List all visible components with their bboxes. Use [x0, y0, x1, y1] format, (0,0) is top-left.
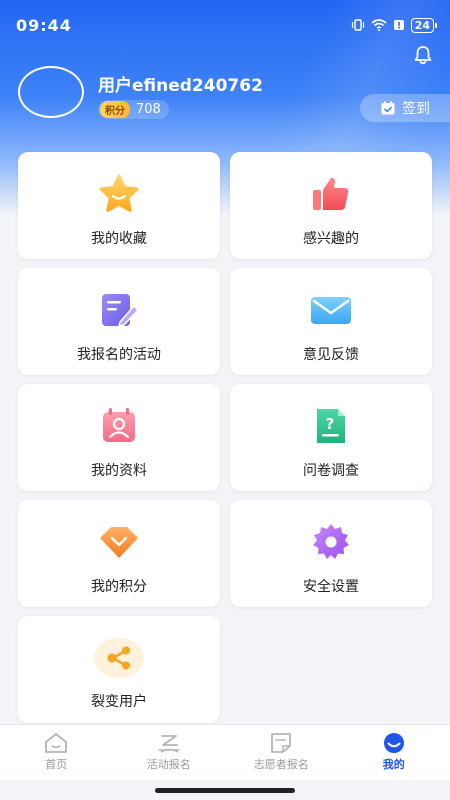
menu-item-label: 问卷调查	[303, 463, 359, 479]
menu-item-security-settings[interactable]: 安全设置	[230, 500, 432, 607]
home-indicator[interactable]	[155, 788, 295, 793]
status-bar: 09:44 ! 24	[0, 0, 450, 50]
svg-text:?: ?	[326, 415, 335, 433]
activity-icon	[157, 735, 180, 753]
user-face-icon	[383, 733, 404, 753]
profile-card-icon	[103, 408, 135, 442]
menu-item-my-registrations[interactable]: 我报名的活动	[18, 268, 220, 375]
calendar-check-icon	[381, 101, 395, 115]
tab-home[interactable]: 首页	[6, 732, 106, 772]
tab-label: 我的	[382, 758, 405, 771]
tab-label: 活动报名	[146, 758, 191, 771]
tab-volunteer-registration[interactable]: 志愿者报名	[231, 732, 331, 772]
vibrate-icon	[351, 19, 364, 31]
bottom-tab-bar: 首页 活动报名 志愿者报名 我的	[0, 724, 450, 780]
menu-item-label: 安全设置	[303, 579, 359, 595]
svg-text:!: !	[397, 22, 401, 32]
menu-item-label: 裂变用户	[91, 694, 147, 710]
share-icon	[94, 638, 144, 678]
tab-activity-registration[interactable]: 活动报名	[119, 732, 219, 772]
menu-item-favorites[interactable]: 我的收藏	[18, 152, 220, 259]
question-document-icon: ?	[317, 409, 345, 443]
menu-item-label: 我的积分	[91, 579, 147, 595]
menu-item-label: 我的收藏	[91, 231, 147, 247]
wifi-icon	[371, 19, 387, 31]
menu-item-interested[interactable]: 感兴趣的	[230, 152, 432, 259]
menu-item-survey[interactable]: ? 问卷调查	[230, 384, 432, 491]
checkin-button[interactable]: 签到	[360, 94, 450, 122]
home-icon	[45, 733, 68, 753]
status-icons: ! 24	[351, 17, 438, 33]
diamond-icon	[100, 527, 138, 558]
menu-item-label: 我的资料	[91, 463, 147, 479]
menu-item-referral-users[interactable]: 裂变用户	[18, 616, 220, 723]
star-icon	[99, 174, 139, 212]
tab-label: 志愿者报名	[253, 758, 309, 771]
menu-item-my-points[interactable]: 我的积分	[18, 500, 220, 607]
avatar[interactable]	[18, 66, 84, 118]
status-time: 09:44	[16, 15, 72, 35]
menu-item-label: 意见反馈	[303, 347, 359, 363]
menu-grid: 我的收藏 感兴趣的 我报名的活动 意见反馈 我的资料 ? 问卷调查 我的积分 安…	[18, 152, 432, 723]
points-badge: 积分	[100, 101, 130, 118]
tab-label: 首页	[45, 758, 68, 771]
menu-item-label: 我报名的活动	[77, 347, 161, 363]
menu-item-label: 感兴趣的	[303, 231, 359, 247]
signal-alert-icon: !	[393, 20, 404, 32]
envelope-icon	[311, 297, 351, 324]
bell-icon[interactable]	[412, 44, 434, 66]
thumbs-up-icon	[313, 177, 349, 210]
menu-item-feedback[interactable]: 意见反馈	[230, 268, 432, 375]
menu-item-my-profile[interactable]: 我的资料	[18, 384, 220, 491]
points-value: 708	[136, 102, 161, 117]
gear-icon	[313, 524, 349, 559]
edit-document-icon	[102, 294, 140, 327]
battery-level: 24	[410, 17, 438, 33]
username: 用户efined240762	[98, 76, 263, 96]
points-summary[interactable]: 积分 708	[98, 100, 169, 119]
volunteer-form-icon	[271, 733, 292, 753]
tab-mine[interactable]: 我的	[344, 732, 444, 772]
checkin-label: 签到	[402, 101, 430, 117]
